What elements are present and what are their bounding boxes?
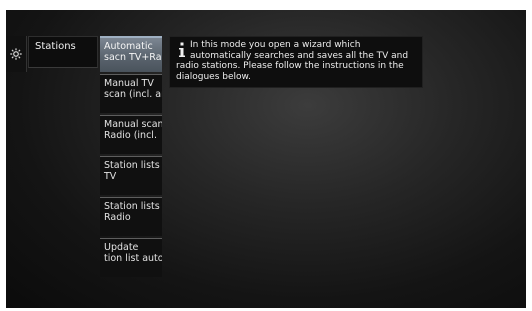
gear-icon xyxy=(10,48,22,60)
submenu-item-station-lists-radio[interactable]: Station lists Radio xyxy=(100,197,162,236)
submenu-item-label: scan (incl. an xyxy=(104,89,162,100)
submenu-item-label: Station lists xyxy=(104,160,160,171)
submenu-item-station-lists-tv[interactable]: Station lists TV xyxy=(100,156,162,195)
submenu-item-manual-radio-scan[interactable]: Manual scan Radio (incl. xyxy=(100,115,162,154)
info-panel: In this mode you open a wizard which aut… xyxy=(169,36,423,88)
submenu-item-label: Automatic xyxy=(104,41,153,52)
submenu-item-label: Station lists xyxy=(104,201,160,212)
submenu-item-automatic-scan[interactable]: Automatic sacn TV+Rad xyxy=(100,36,162,72)
tv-screen: Stations Automatic sacn TV+Rad Manual TV… xyxy=(6,10,526,308)
submenu-item-label: Manual scan xyxy=(104,119,162,130)
settings-tab[interactable] xyxy=(6,36,27,72)
submenu-item-label: tion list auto xyxy=(104,253,162,264)
submenu-item-label: Radio xyxy=(104,212,131,223)
info-text: In this mode you open a wizard which aut… xyxy=(176,40,409,82)
submenu-item-label: Radio (incl. xyxy=(104,130,157,141)
submenu-item-label: TV xyxy=(104,171,117,182)
menu-category-label: Stations xyxy=(35,41,76,52)
submenu-item-update-station-list[interactable]: Update tion list auto xyxy=(100,238,162,277)
submenu-item-label: Manual TV xyxy=(104,78,154,89)
submenu-item-label: sacn TV+Rad xyxy=(104,52,162,63)
submenu-item-manual-tv-scan[interactable]: Manual TV scan (incl. an xyxy=(100,74,162,113)
stations-submenu: Automatic sacn TV+Rad Manual TV scan (in… xyxy=(100,36,162,279)
submenu-item-label: Update xyxy=(104,242,139,253)
menu-category-stations[interactable]: Stations xyxy=(28,36,98,68)
info-icon xyxy=(179,42,185,57)
